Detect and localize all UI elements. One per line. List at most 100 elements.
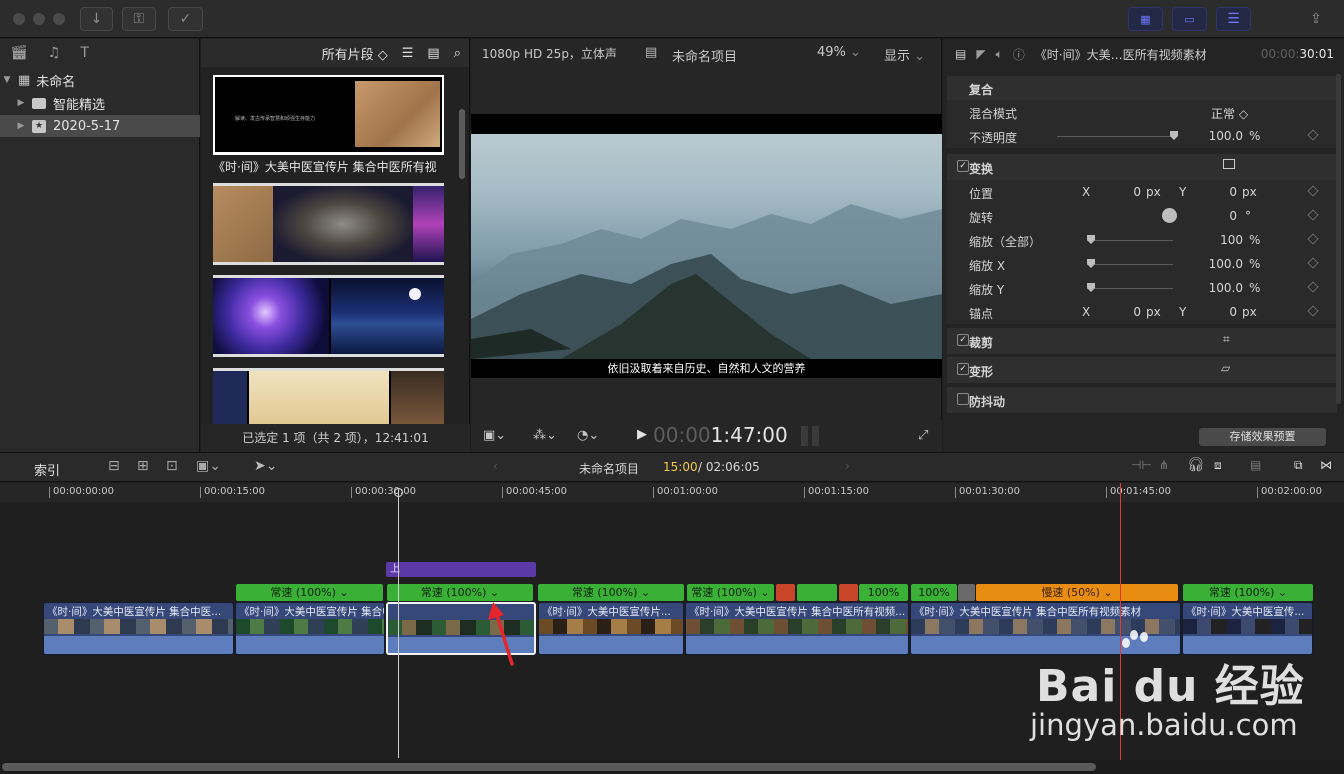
speed-bar[interactable]: 常速 (100%) ⌄ [387, 584, 533, 601]
opacity-slider[interactable] [1057, 136, 1177, 137]
audio-skimming-icon[interactable]: ⋔ [1159, 458, 1169, 472]
library-item[interactable]: ▼ ▦ 未命名 [0, 69, 200, 91]
distort-onscreen-icon[interactable]: ▱ [1221, 361, 1230, 375]
keyframe-diamond-icon[interactable] [1307, 129, 1319, 141]
history-forward-icon[interactable]: › [845, 459, 850, 473]
index-tab[interactable]: 索引 [34, 460, 60, 479]
stabilization-section[interactable]: 防抖动 [947, 387, 1337, 413]
speed-bar[interactable]: 常速 (100%) ⌄ [687, 584, 774, 601]
anchor-x-value[interactable]: 0 [1127, 305, 1141, 319]
keyframe-diamond-icon[interactable] [1307, 257, 1319, 269]
distort-checkbox[interactable]: ✓ [957, 363, 969, 375]
clip-thumbnail-selected[interactable]: 解读、发古传承智慧和顽强生存能力 [213, 75, 444, 155]
close-window-button[interactable] [13, 13, 25, 25]
import-button[interactable]: ↓ [80, 7, 113, 31]
titles-generators-icon[interactable]: T [80, 45, 89, 61]
clip-filmstrip[interactable] [213, 183, 444, 265]
position-x-value[interactable]: 0 [1127, 185, 1141, 199]
scale-y-slider[interactable] [1087, 288, 1173, 289]
timeline-ruler[interactable]: 00:00:00:00 00:00:15:00 00:00:30:00 00:0… [0, 483, 1344, 502]
scale-all-value[interactable]: 100 [1209, 233, 1243, 247]
photos-audio-icon[interactable]: ♫ [48, 45, 61, 61]
clip-appearance-icon[interactable]: ▤ [1250, 458, 1261, 472]
scrollbar-thumb[interactable] [2, 763, 1096, 771]
connected-title-clip[interactable]: 上 [386, 562, 536, 577]
timeline-scrollbar[interactable] [0, 760, 1344, 774]
save-effects-preset-button[interactable]: 存储效果预置 [1199, 428, 1326, 446]
insert-clip-icon[interactable]: ⊞ [137, 458, 149, 474]
crop-onscreen-icon[interactable]: ⌗ [1223, 332, 1230, 347]
keyframe-diamond-icon[interactable] [1307, 233, 1319, 245]
scale-y-slider-knob[interactable] [1087, 283, 1095, 292]
timeline-clip[interactable]: 《时·间》大美中医宣传片 集合中医所有视频... [685, 602, 909, 655]
smart-collections-item[interactable]: ▶ 智能精选 [0, 92, 200, 114]
show-inspector-button[interactable]: ☰ [1216, 7, 1251, 31]
audio-inspector-icon[interactable]: 🔈︎ [996, 47, 1003, 62]
scale-all-slider[interactable] [1087, 240, 1173, 241]
speed-transition-segment[interactable] [839, 584, 858, 601]
background-tasks-button[interactable]: ✓ [168, 7, 203, 31]
stabilization-checkbox[interactable] [957, 393, 969, 405]
speed-transition-segment[interactable] [958, 584, 975, 601]
connect-clip-icon[interactable]: ⊟ [108, 458, 120, 474]
rotation-dial[interactable] [1162, 208, 1177, 223]
effects-browser-icon[interactable]: ⧉ [1294, 458, 1303, 473]
show-browser-button[interactable]: ▦ [1128, 7, 1163, 31]
timeline-clip[interactable]: 《时·间》大美中医宣传片 集合中医... [43, 602, 234, 655]
transform-checkbox[interactable]: ✓ [957, 160, 969, 172]
skimming-icon[interactable]: ⊣⊢ [1131, 458, 1152, 472]
minimize-window-button[interactable] [33, 13, 45, 25]
disclosure-right-icon[interactable]: ▶ [14, 121, 28, 131]
search-icon[interactable]: ⌕ [454, 46, 461, 61]
opacity-value[interactable]: 100.0 [1203, 129, 1243, 143]
speed-transition-segment[interactable] [776, 584, 795, 601]
share-button[interactable]: ⇪ [1300, 7, 1332, 31]
scale-x-slider[interactable] [1087, 264, 1173, 265]
speed-bar[interactable]: 常速 (100%) ⌄ [236, 584, 383, 601]
transitions-browser-icon[interactable]: ⋈ [1320, 458, 1332, 472]
speed-bar[interactable]: 常速 (100%) ⌄ [1183, 584, 1313, 601]
show-timeline-button[interactable]: ▭ [1172, 7, 1207, 31]
solo-icon[interactable]: 🎧︎ [1187, 457, 1205, 473]
clapper-icon[interactable]: 🎬︎ [10, 45, 28, 61]
crop-checkbox[interactable]: ✓ [957, 334, 969, 346]
crop-section[interactable]: ✓ 裁剪 ⌗ [947, 328, 1337, 354]
browser-scrollbar[interactable] [459, 109, 465, 179]
distort-section[interactable]: ✓ 变形 ▱ [947, 357, 1337, 383]
play-icon[interactable]: ▶ [637, 427, 647, 442]
skimmer-line[interactable] [398, 490, 399, 758]
color-inspector-icon[interactable]: ◤ [976, 47, 985, 61]
fullscreen-icon[interactable]: ⤢ [918, 428, 928, 443]
clip-filter-dropdown[interactable]: 所有片段 ◇ [322, 44, 388, 63]
blend-mode-dropdown[interactable]: 正常 ◇ [1211, 105, 1248, 122]
keyframe-diamond-icon[interactable] [1307, 209, 1319, 221]
clip-filmstrip[interactable] [213, 368, 444, 428]
view-options-icon[interactable]: ▣⌄ [483, 428, 506, 443]
video-frame[interactable]: 依旧汲取着来自历史、自然和人文的营养 [471, 114, 942, 378]
retime-icon[interactable]: ◔⌄ [577, 428, 599, 443]
disclosure-down-icon[interactable]: ▼ [0, 75, 14, 85]
append-clip-icon[interactable]: ⊡ [166, 458, 178, 474]
history-back-icon[interactable]: ‹ [493, 459, 498, 473]
scale-all-slider-knob[interactable] [1087, 235, 1095, 244]
scale-x-slider-knob[interactable] [1087, 259, 1095, 268]
view-dropdown[interactable]: 显示 ⌄ [884, 45, 925, 64]
rotation-value[interactable]: 0 [1223, 209, 1237, 223]
keyframe-diamond-icon[interactable] [1307, 185, 1319, 197]
disclosure-right-icon[interactable]: ▶ [14, 98, 28, 108]
transform-onscreen-icon[interactable] [1223, 159, 1235, 169]
transform-tools-icon[interactable]: ⁂⌄ [533, 428, 557, 443]
speed-bar[interactable]: 常速 (100%) ⌄ [538, 584, 684, 601]
select-tool-icon[interactable]: ➤⌄ [254, 458, 277, 474]
scale-y-value[interactable]: 100.0 [1203, 281, 1243, 295]
event-item[interactable]: ▶ ★ 2020-5-17 [0, 115, 200, 137]
clip-filmstrip[interactable] [213, 275, 444, 357]
timeline-clip[interactable]: 《时·间》大美中医宣传片 集合中医所有视频素材 [235, 602, 385, 655]
zoom-window-button[interactable] [53, 13, 65, 25]
keyframe-diamond-icon[interactable] [1307, 281, 1319, 293]
anchor-y-value[interactable]: 0 [1223, 305, 1237, 319]
compositing-section[interactable]: 复合 [947, 76, 1337, 100]
skimmer-handle[interactable] [394, 488, 403, 497]
speed-segment[interactable] [797, 584, 837, 601]
timeline-clip[interactable]: 《时·间》大美中医宣传片... [538, 602, 684, 655]
